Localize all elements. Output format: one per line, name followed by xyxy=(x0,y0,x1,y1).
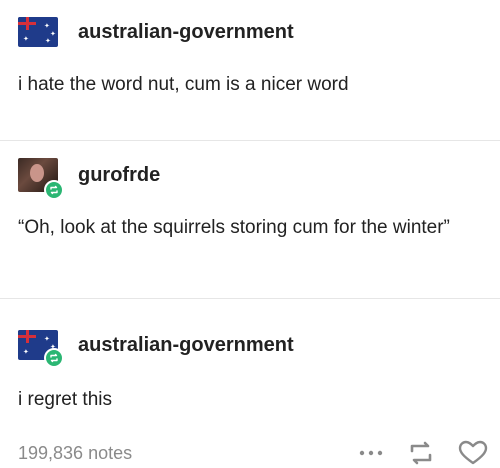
more-options-icon[interactable] xyxy=(358,449,384,457)
notes-count[interactable]: 199,836 notes xyxy=(18,443,132,464)
reblog-badge-icon xyxy=(44,348,64,368)
post-actions xyxy=(358,440,488,466)
username[interactable]: australian-government xyxy=(78,334,294,357)
post-3: ✦ ✦ ✦ ✦ australian-government i regret t… xyxy=(0,0,500,430)
post-text: i regret this xyxy=(18,389,112,410)
reblog-icon[interactable] xyxy=(406,440,436,466)
heart-icon[interactable] xyxy=(458,440,488,466)
post-footer: 199,836 notes xyxy=(18,438,488,468)
avatar[interactable]: ✦ ✦ ✦ ✦ xyxy=(18,330,64,368)
post-header: ✦ ✦ ✦ ✦ australian-government xyxy=(18,325,294,368)
